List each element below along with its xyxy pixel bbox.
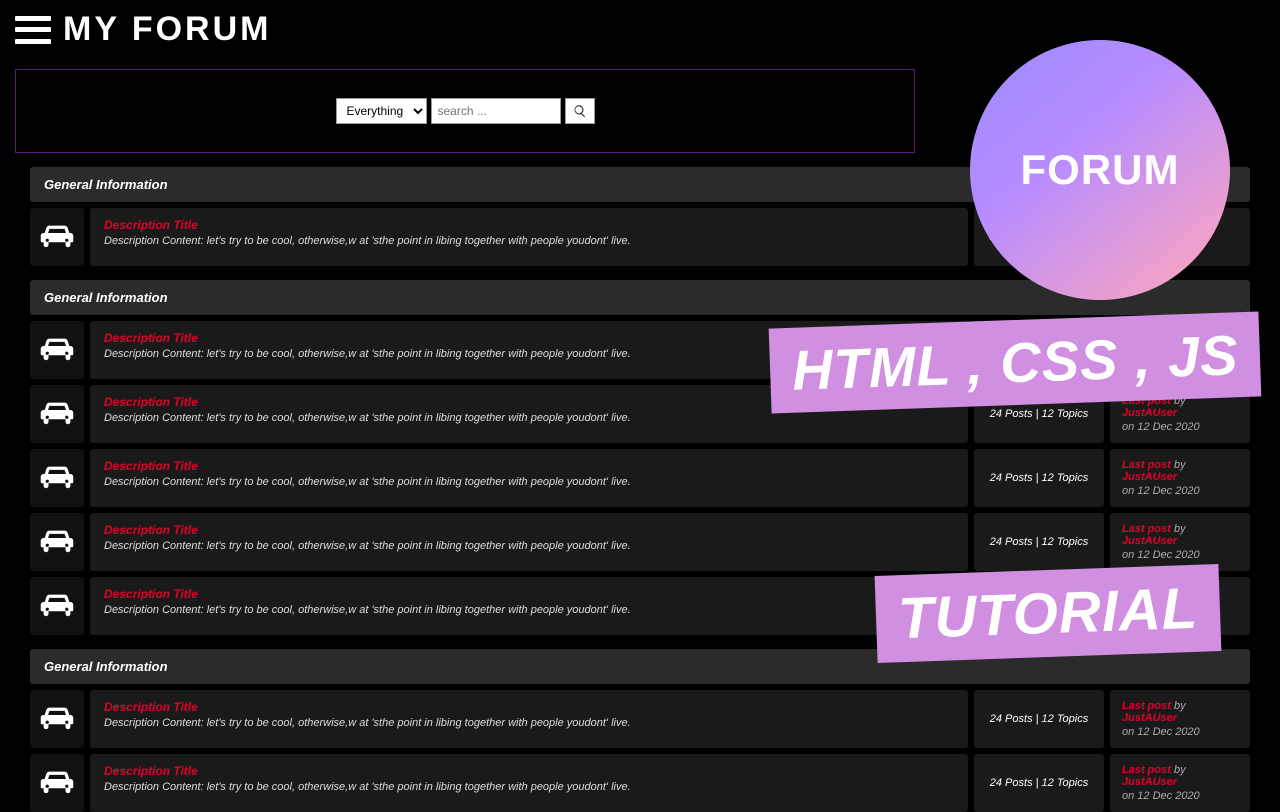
row-title[interactable]: Description Title [104,700,954,714]
row-stats: 24 Posts | 12 Topics [974,513,1104,571]
row-icon-cell [30,321,84,379]
overlay-label-1: HTML , CSS , JS [768,311,1261,413]
search-category-select[interactable]: Everything [336,98,427,124]
search-icon [573,104,587,118]
row-icon-cell [30,577,84,635]
menu-icon[interactable] [15,16,51,44]
forum-row[interactable]: Description Title Description Content: le… [30,690,1250,748]
row-title[interactable]: Description Title [104,523,954,537]
search-button[interactable] [565,98,595,124]
site-title: MY FORUM [63,10,271,49]
forum-row[interactable]: Description Title Description Content: le… [30,754,1250,812]
row-text: Description Content: let's try to be coo… [104,717,954,729]
badge-text: FORUM [1021,146,1180,194]
row-icon-cell [30,513,84,571]
row-title[interactable]: Description Title [104,218,954,232]
forum-section: General InformationDescription TitleDesc… [30,649,1250,812]
forum-row[interactable]: Description Title Description Content: le… [30,449,1250,507]
row-stats: 24 Posts | 12 Topics [974,754,1104,812]
row-text: Description Content: let's try to be coo… [104,540,954,552]
row-lastpost: Last post by JustAUseron 12 Dec 2020 [1110,449,1250,507]
row-desc-cell: Description Title Description Content: le… [90,449,968,507]
row-text: Description Content: let's try to be coo… [104,235,954,247]
row-stats: 24 Posts | 12 Topics [974,449,1104,507]
car-icon [39,337,75,363]
row-desc-cell: Description Title Description Content: le… [90,690,968,748]
car-icon [39,529,75,555]
row-lastpost: Last post by JustAUseron 12 Dec 2020 [1110,690,1250,748]
row-title[interactable]: Description Title [104,587,954,601]
car-icon [39,593,75,619]
row-text: Description Content: let's try to be coo… [104,412,954,424]
car-icon [39,224,75,250]
row-desc-cell: Description Title Description Content: le… [90,513,968,571]
row-icon-cell [30,449,84,507]
row-lastpost: Last post by JustAUseron 12 Dec 2020 [1110,513,1250,571]
row-desc-cell: Description Title Description Content: le… [90,754,968,812]
car-icon [39,770,75,796]
forum-row[interactable]: Description Title Description Content: le… [30,513,1250,571]
forum-badge-circle: FORUM [970,40,1230,300]
row-lastpost: Last post by JustAUseron 12 Dec 2020 [1110,754,1250,812]
overlay-label-2: TUTORIAL [874,564,1221,663]
row-stats: 24 Posts | 12 Topics [974,690,1104,748]
row-text: Description Content: let's try to be coo… [104,781,954,793]
row-text: Description Content: let's try to be coo… [104,604,954,616]
row-title[interactable]: Description Title [104,459,954,473]
car-icon [39,401,75,427]
row-desc-cell: Description Title Description Content: le… [90,208,968,266]
car-icon [39,706,75,732]
row-text: Description Content: let's try to be coo… [104,476,954,488]
row-icon-cell [30,208,84,266]
row-icon-cell [30,754,84,812]
row-desc-cell: Description Title Description Content: le… [90,577,968,635]
row-icon-cell [30,690,84,748]
row-title[interactable]: Description Title [104,764,954,778]
search-bar: Everything [15,69,915,153]
search-input[interactable] [431,98,561,124]
row-icon-cell [30,385,84,443]
car-icon [39,465,75,491]
